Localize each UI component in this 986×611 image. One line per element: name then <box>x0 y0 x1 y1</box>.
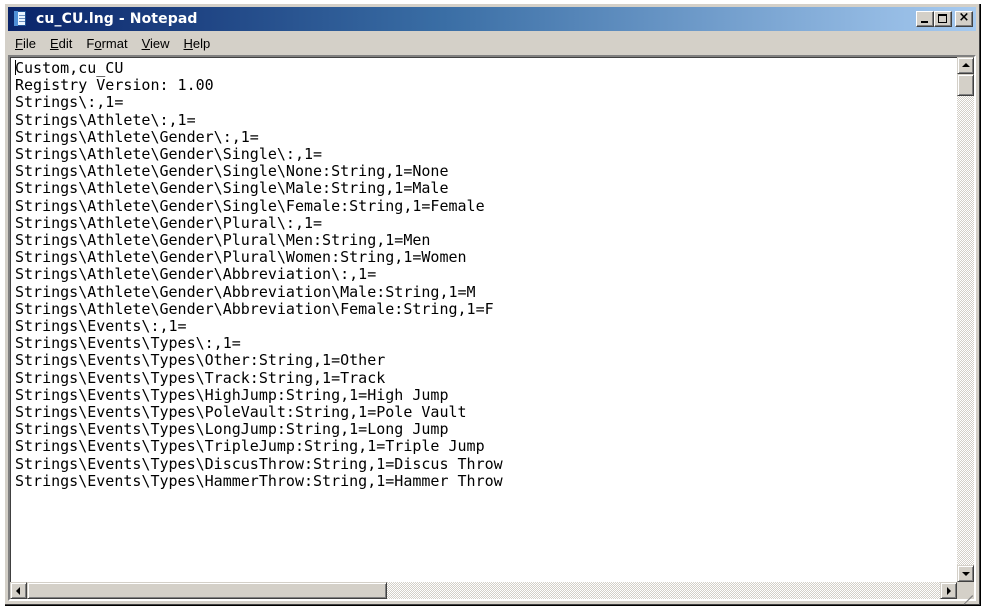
close-button[interactable]: × <box>955 10 973 27</box>
text-line: Strings\Events\Types\HammerThrow:String,… <box>15 471 503 490</box>
window-title: cu_CU.lng - Notepad <box>36 11 198 27</box>
text-line: Strings\Athlete\Gender\Abbreviation\:,1= <box>15 265 377 284</box>
text-line: Strings\Athlete\Gender\Single\:,1= <box>15 145 323 164</box>
text-line: Strings\Athlete\Gender\Plural\Men:String… <box>15 231 431 250</box>
vertical-scroll-thumb[interactable] <box>957 74 974 96</box>
arrow-left-icon <box>16 587 20 595</box>
text-line: Strings\Events\Types\DiscusThrow:String,… <box>15 454 503 473</box>
text-line: Strings\Athlete\Gender\Plural\Women:Stri… <box>15 248 467 267</box>
menu-bar: File Edit Format View Help <box>8 33 976 53</box>
minimize-icon <box>921 21 928 23</box>
text-line: Strings\Athlete\Gender\Abbreviation\Male… <box>15 282 476 301</box>
text-line: Strings\Events\Types\Track:String,1=Trac… <box>15 368 386 387</box>
arrow-down-icon <box>962 572 970 576</box>
scroll-right-button[interactable] <box>940 582 957 599</box>
text-line: Strings\Athlete\Gender\Abbreviation\Fema… <box>15 299 494 318</box>
notepad-window: cu_CU.lng - Notepad × File Edit Format V… <box>4 3 980 605</box>
text-line: Strings\Events\Types\:,1= <box>15 334 241 353</box>
text-caret <box>15 60 16 75</box>
text-line: Strings\Events\Types\PoleVault:String,1=… <box>15 403 467 422</box>
menu-edit[interactable]: Edit <box>43 36 79 51</box>
text-line: Strings\Athlete\Gender\Single\Female:Str… <box>15 196 485 215</box>
editor-frame: Custom,cu_CU Registry Version: 1.00 String… <box>8 55 976 605</box>
scroll-left-button[interactable] <box>10 582 27 599</box>
text-line: Strings\Athlete\:,1= <box>15 110 196 129</box>
arrow-up-icon <box>962 63 970 67</box>
text-line: Strings\Athlete\Gender\Single\Male:Strin… <box>15 179 449 198</box>
text-line: Strings\Events\Types\HighJump:String,1=H… <box>15 385 449 404</box>
menu-help[interactable]: Help <box>177 36 218 51</box>
text-line: Strings\Athlete\Gender\Single\None:Strin… <box>15 162 449 181</box>
window-controls: × <box>916 10 973 27</box>
vertical-scrollbar[interactable] <box>957 57 974 582</box>
horizontal-scroll-thumb[interactable] <box>27 582 387 599</box>
arrow-right-icon <box>947 587 951 595</box>
text-line: Strings\Events\Types\Other:String,1=Othe… <box>15 351 386 370</box>
text-line: Strings\Events\:,1= <box>15 317 187 336</box>
menu-format[interactable]: Format <box>79 36 134 51</box>
scroll-up-button[interactable] <box>957 57 974 74</box>
menu-file[interactable]: File <box>8 36 43 51</box>
horizontal-scrollbar[interactable] <box>10 582 957 599</box>
text-line: Strings\Events\Types\LongJump:String,1=L… <box>15 420 449 439</box>
text-editor[interactable]: Custom,cu_CU Registry Version: 1.00 String… <box>12 59 956 581</box>
text-line: Strings\Athlete\Gender\Plural\:,1= <box>15 213 323 232</box>
text-line: Strings\Athlete\Gender\:,1= <box>15 127 259 146</box>
notepad-icon[interactable] <box>12 10 30 28</box>
minimize-button[interactable] <box>916 11 934 27</box>
text-line: Registry Version: 1.00 <box>15 76 214 95</box>
menu-view[interactable]: View <box>135 36 177 51</box>
scroll-down-button[interactable] <box>957 565 974 582</box>
close-icon: × <box>958 10 970 25</box>
maximize-icon <box>938 14 947 23</box>
text-line: Strings\:,1= <box>15 93 124 112</box>
text-line: Custom,cu_CU <box>15 59 124 77</box>
maximize-button[interactable] <box>934 11 952 27</box>
resize-grip-icon[interactable] <box>957 582 974 605</box>
title-bar[interactable]: cu_CU.lng - Notepad × <box>8 7 976 31</box>
text-line: Strings\Events\Types\TripleJump:String,1… <box>15 437 485 456</box>
